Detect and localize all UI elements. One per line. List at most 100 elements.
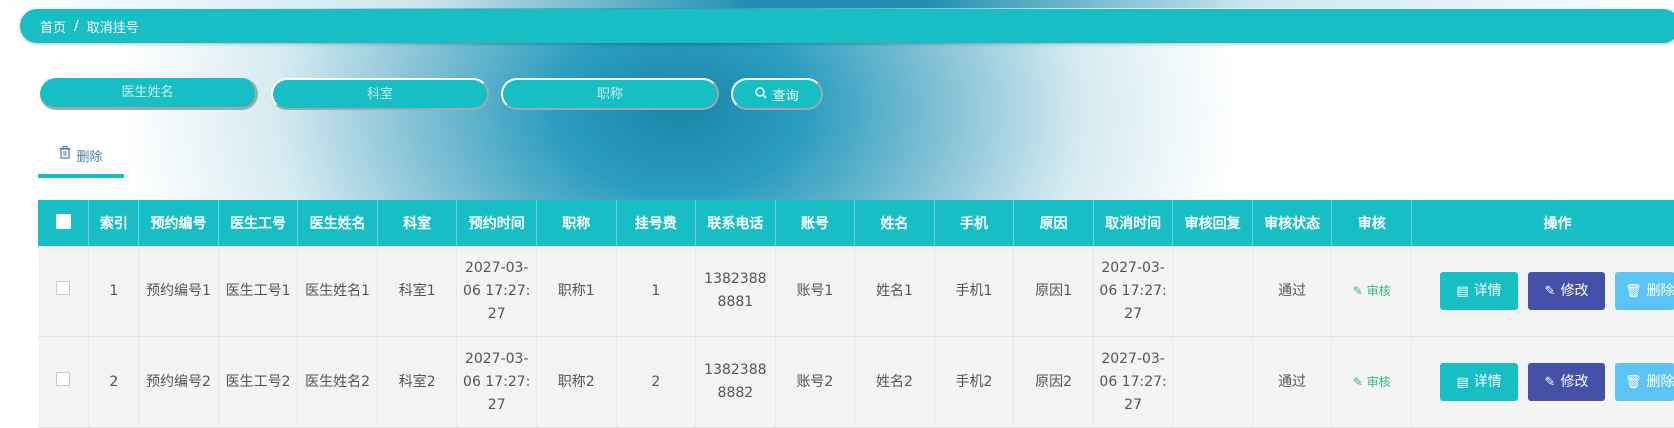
column-header: 审核回复 xyxy=(1173,200,1253,246)
audit-link[interactable]: ✎ 审核 xyxy=(1353,284,1391,298)
cell-reason: 原因2 xyxy=(1014,337,1094,428)
row-checkbox[interactable] xyxy=(56,372,70,386)
audit-label: 审核 xyxy=(1367,375,1391,389)
cell-cancel-time: 2027-03-06 17:27:27 xyxy=(1093,337,1173,428)
cell-index: 1 xyxy=(89,246,139,337)
audit-label: 审核 xyxy=(1367,284,1391,298)
cell-fee: 1 xyxy=(616,246,696,337)
cell-doctor-id: 医生工号2 xyxy=(218,337,298,428)
column-header: 索引 xyxy=(89,200,139,246)
pencil-icon: ✎ xyxy=(1353,375,1363,389)
query-label: 查询 xyxy=(772,85,798,104)
pencil-icon: ✎ xyxy=(1353,284,1363,298)
column-header: 联系电话 xyxy=(696,200,776,246)
column-header: 医生工号 xyxy=(218,200,298,246)
cell-status: 通过 xyxy=(1252,246,1332,337)
document-icon: ▤ xyxy=(1456,280,1468,303)
cell-booking-no: 预约编号2 xyxy=(139,337,219,428)
cell-name: 姓名1 xyxy=(855,246,935,337)
cell-account: 账号1 xyxy=(775,246,855,337)
breadcrumb-separator: / xyxy=(74,19,79,34)
detail-button[interactable]: ▤ 详情 xyxy=(1440,272,1518,310)
cell-audit: ✎ 审核 xyxy=(1332,246,1412,337)
cell-name: 姓名2 xyxy=(855,337,935,428)
column-header: 预约编号 xyxy=(139,200,219,246)
cell-account: 账号2 xyxy=(775,337,855,428)
search-icon xyxy=(755,87,767,102)
table-row: 2 预约编号2 医生工号2 医生姓名2 科室2 2027-03-06 17:27… xyxy=(38,337,1674,428)
top-decoration xyxy=(0,0,1674,8)
column-header: 挂号费 xyxy=(616,200,696,246)
batch-delete-label: 删除 xyxy=(76,146,102,165)
table-row: 1 预约编号1 医生工号1 医生姓名1 科室1 2027-03-06 17:27… xyxy=(38,246,1674,337)
column-header: 预约时间 xyxy=(457,200,537,246)
column-header: 操作 xyxy=(1412,200,1674,246)
cell-reply xyxy=(1173,337,1253,428)
edit-label: 修改 xyxy=(1560,280,1588,303)
cell-audit: ✎ 审核 xyxy=(1332,337,1412,428)
trash-icon: 🗑 xyxy=(1625,280,1642,303)
column-header: 手机 xyxy=(934,200,1014,246)
column-header: 账号 xyxy=(775,200,855,246)
column-header: 姓名 xyxy=(855,200,935,246)
select-all-cell[interactable] xyxy=(38,200,89,246)
trash-icon: 🗑 xyxy=(1625,371,1642,394)
delete-button[interactable]: 🗑 删除 xyxy=(1615,363,1674,401)
doctor-name-input[interactable] xyxy=(40,78,258,110)
breadcrumb-home[interactable]: 首页 xyxy=(40,17,66,36)
title-input[interactable] xyxy=(501,78,719,110)
select-all-checkbox[interactable] xyxy=(56,214,71,229)
cell-index: 2 xyxy=(89,337,139,428)
query-button[interactable]: 查询 xyxy=(731,78,823,110)
pencil-icon: ✎ xyxy=(1545,280,1556,303)
cell-department: 科室2 xyxy=(377,337,457,428)
audit-link[interactable]: ✎ 审核 xyxy=(1353,375,1391,389)
cell-mobile: 手机2 xyxy=(934,337,1014,428)
cell-phone: 13823888882 xyxy=(696,337,776,428)
cell-phone: 13823888881 xyxy=(696,246,776,337)
pencil-icon: ✎ xyxy=(1545,371,1556,394)
column-header: 审核状态 xyxy=(1252,200,1332,246)
column-header: 审核 xyxy=(1332,200,1412,246)
cell-title: 职称1 xyxy=(536,246,616,337)
edit-button[interactable]: ✎ 修改 xyxy=(1528,363,1605,401)
cell-department: 科室1 xyxy=(377,246,457,337)
delete-button[interactable]: 🗑 删除 xyxy=(1615,272,1674,310)
cell-mobile: 手机1 xyxy=(934,246,1014,337)
column-header: 职称 xyxy=(536,200,616,246)
column-header: 原因 xyxy=(1014,200,1094,246)
row-checkbox[interactable] xyxy=(56,281,70,295)
delete-label: 删除 xyxy=(1647,280,1674,303)
column-header: 科室 xyxy=(377,200,457,246)
department-input[interactable] xyxy=(271,78,489,110)
breadcrumb: 首页 / 取消挂号 xyxy=(20,9,1674,43)
cell-fee: 2 xyxy=(616,337,696,428)
registration-table: 索引 预约编号 医生工号 医生姓名 科室 预约时间 职称 挂号费 联系电话 账号… xyxy=(38,200,1674,428)
edit-button[interactable]: ✎ 修改 xyxy=(1528,272,1605,310)
cell-booking-no: 预约编号1 xyxy=(139,246,219,337)
cell-operations: ▤ 详情 ✎ 修改 🗑 删除 xyxy=(1412,246,1674,337)
trash-icon xyxy=(59,146,71,162)
cell-reply xyxy=(1173,246,1253,337)
cell-status: 通过 xyxy=(1252,337,1332,428)
cell-booking-time: 2027-03-06 17:27:27 xyxy=(457,337,537,428)
cell-booking-time: 2027-03-06 17:27:27 xyxy=(457,246,537,337)
cell-doctor-name: 医生姓名2 xyxy=(298,337,378,428)
detail-button[interactable]: ▤ 详情 xyxy=(1440,363,1518,401)
cell-doctor-id: 医生工号1 xyxy=(218,246,298,337)
cell-title: 职称2 xyxy=(536,337,616,428)
batch-delete-button[interactable]: 删除 xyxy=(38,138,124,178)
detail-label: 详情 xyxy=(1474,371,1502,394)
delete-label: 删除 xyxy=(1647,371,1674,394)
column-header: 取消时间 xyxy=(1093,200,1173,246)
row-select-cell[interactable] xyxy=(38,246,89,337)
cell-reason: 原因1 xyxy=(1014,246,1094,337)
edit-label: 修改 xyxy=(1560,371,1588,394)
document-icon: ▤ xyxy=(1456,371,1468,394)
cell-doctor-name: 医生姓名1 xyxy=(298,246,378,337)
table-header: 索引 预约编号 医生工号 医生姓名 科室 预约时间 职称 挂号费 联系电话 账号… xyxy=(38,200,1674,246)
detail-label: 详情 xyxy=(1474,280,1502,303)
cell-operations: ▤ 详情 ✎ 修改 🗑 删除 xyxy=(1412,337,1674,428)
breadcrumb-current: 取消挂号 xyxy=(87,17,139,36)
row-select-cell[interactable] xyxy=(38,337,89,428)
